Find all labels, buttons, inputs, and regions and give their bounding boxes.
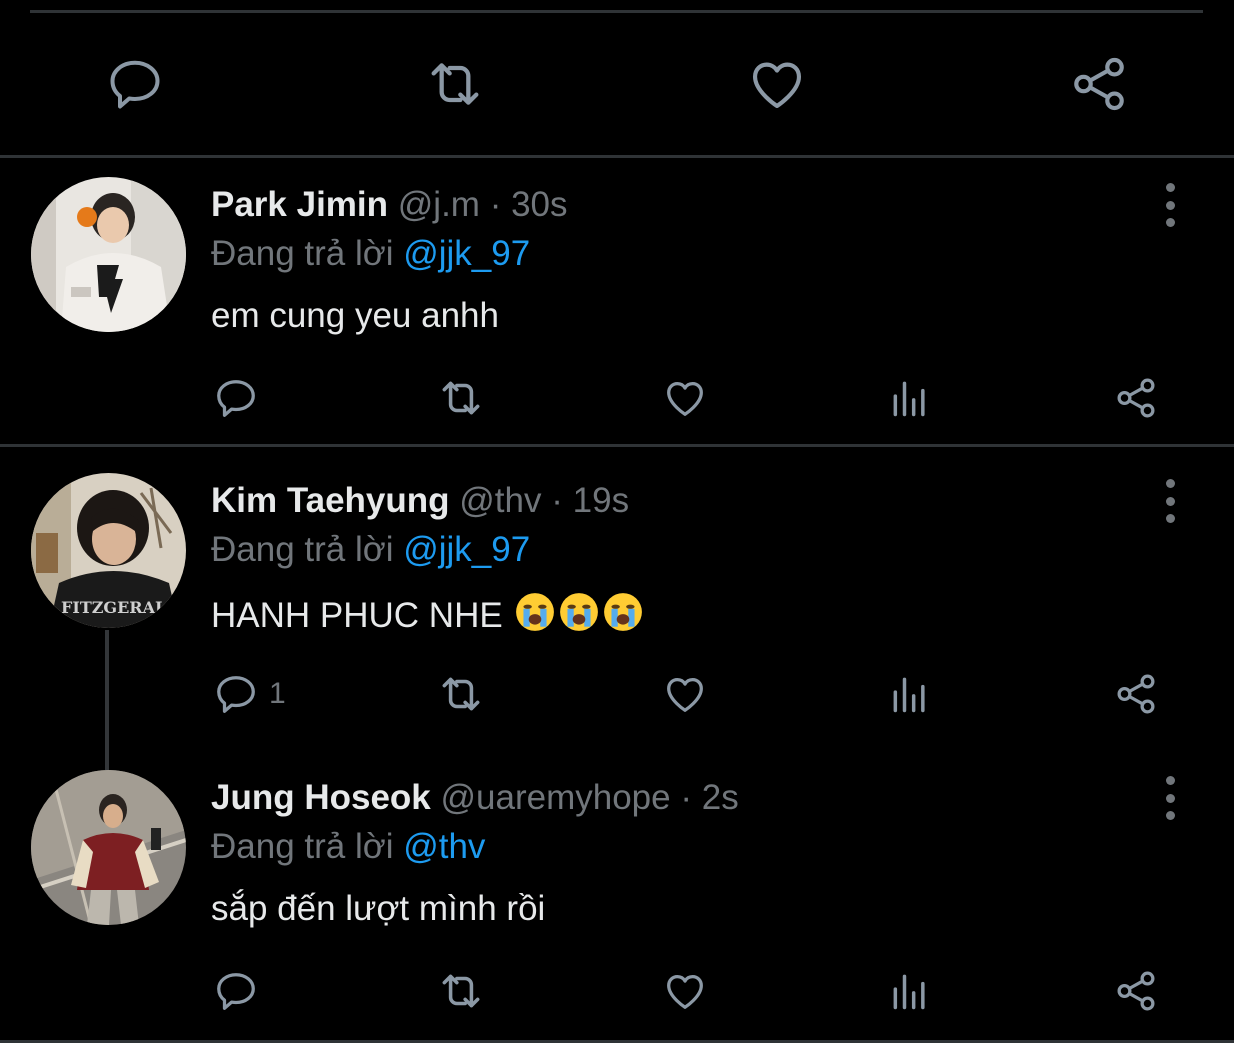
retweet-button[interactable] [436,669,486,719]
share-icon [1117,674,1155,714]
svg-text:FITZGERALD: FITZGERALD [61,598,180,617]
tweet-text: sắp đến lượt mình rồi [211,889,546,928]
tweet-header: Jung Hoseok @uaremyhope · 2s [211,778,739,818]
avatar-photo-jimin [31,177,186,332]
more-options-button[interactable] [1150,183,1190,227]
tweet-actions [0,966,1234,1016]
separator-dot: · [551,481,563,520]
views-button[interactable] [888,373,932,423]
main-retweet-button[interactable] [423,52,487,116]
tweet-text: em cung yeu anhh [211,296,499,335]
avatar[interactable] [31,177,186,332]
mention-link[interactable]: @jjk_97 [403,234,530,273]
replying-to-label: Đang trả lời [211,827,404,866]
separator-dot: · [489,185,502,224]
top-divider [30,10,1203,13]
tweet-actions: 1 [0,669,1234,719]
retweet-icon [442,381,480,415]
avatar[interactable] [31,770,186,925]
timestamp[interactable]: 19s [573,481,629,520]
views-button[interactable] [888,966,932,1016]
views-button[interactable] [888,669,932,719]
retweet-button[interactable] [436,966,486,1016]
reply-button[interactable] [213,966,269,1016]
share-button[interactable] [1113,373,1159,423]
views-icon [893,677,925,713]
share-icon [1117,378,1155,418]
tweet-text-container: HANH PHUC NHE [211,591,644,637]
main-tweet-actions [0,52,1234,116]
reply-count: 1 [269,677,286,710]
like-button[interactable] [662,669,708,719]
share-button[interactable] [1113,669,1159,719]
mention-link[interactable]: @jjk_97 [403,530,530,569]
mention-link[interactable]: @thv [403,827,485,866]
retweet-icon [431,63,479,105]
divider [0,155,1234,158]
like-button[interactable] [662,966,708,1016]
share-button[interactable] [1113,966,1159,1016]
more-icon [1165,776,1175,785]
reply-tweet[interactable]: FITZGERALD Kim Taehyung @thv · 19s Đang … [0,473,1234,748]
reply-icon [110,60,160,109]
tweet-text: HANH PHUC NHE [211,596,503,635]
reply-icon [217,380,255,417]
tweet-actions [0,373,1234,423]
display-name[interactable]: Park Jimin [211,185,388,224]
reply-icon [217,973,255,1010]
timestamp[interactable]: 30s [511,185,567,224]
retweet-icon [442,677,480,711]
reply-button[interactable] [213,373,269,423]
main-share-button[interactable] [1067,52,1131,116]
more-options-button[interactable] [1150,776,1190,820]
user-handle[interactable]: @j.m [398,185,480,224]
more-icon [1165,479,1175,488]
emoji-group [512,593,644,635]
like-icon [752,62,802,109]
display-name[interactable]: Kim Taehyung [211,481,450,520]
more-icon [1165,183,1175,192]
tweet-header: Kim Taehyung @thv · 19s [211,481,629,521]
like-icon [667,974,703,1009]
avatar[interactable]: FITZGERALD [31,473,186,628]
views-icon [893,381,925,417]
main-reply-button[interactable] [103,52,167,116]
share-icon [1117,971,1155,1011]
more-options-button[interactable] [1150,479,1190,523]
reply-button[interactable]: 1 [213,669,286,719]
replying-to-label: Đang trả lời [211,530,404,569]
reply-tweet[interactable]: Park Jimin @j.m · 30s Đang trả lời @jjk_… [0,177,1234,442]
retweet-button[interactable] [436,373,486,423]
reply-icon [217,676,255,713]
user-handle[interactable]: @thv [459,481,541,520]
crying-face-emoji [560,593,599,631]
replying-to-label: Đang trả lời [211,234,404,273]
separator-dot: · [680,778,692,817]
replying-to: Đang trả lời @jjk_97 [211,530,530,570]
display-name[interactable]: Jung Hoseok [211,778,431,817]
main-like-button[interactable] [745,52,809,116]
share-icon [1074,57,1124,111]
like-icon [667,677,703,712]
like-icon [667,381,703,416]
replying-to: Đang trả lời @jjk_97 [211,234,530,274]
crying-face-emoji [604,593,643,631]
avatar-photo-taehyung: FITZGERALD [31,473,186,628]
retweet-icon [442,974,480,1008]
replying-to: Đang trả lời @thv [211,827,485,867]
crying-face-emoji [516,593,555,631]
user-handle[interactable]: @uaremyhope [441,778,671,817]
avatar-photo-hoseok [31,770,186,925]
timestamp[interactable]: 2s [702,778,739,817]
reply-tweet[interactable]: Jung Hoseok @uaremyhope · 2s Đang trả lờ… [0,770,1234,1040]
views-icon [893,974,925,1010]
divider [0,444,1234,447]
like-button[interactable] [662,373,708,423]
tweet-header: Park Jimin @j.m · 30s [211,185,568,225]
